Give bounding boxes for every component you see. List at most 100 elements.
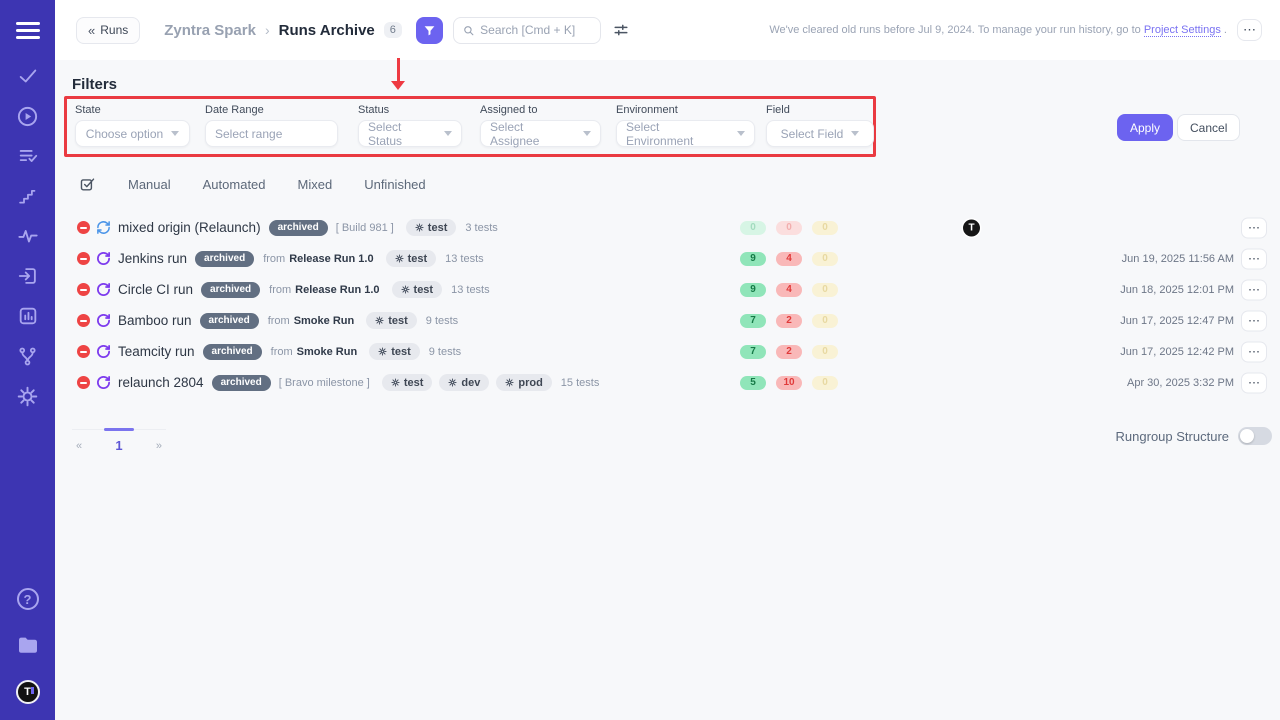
gear-icon [391,378,400,387]
archived-badge: archived [201,282,260,298]
check-icon[interactable] [16,64,40,88]
run-title[interactable]: Circle CI run [118,282,193,297]
select-all-icon[interactable] [79,176,96,193]
run-row[interactable]: Circle CI run archived from Release Run … [55,274,1280,305]
skipped-count-pill: 0 [812,314,838,328]
page-1-button[interactable]: 1 [115,438,122,453]
import-icon[interactable] [16,264,40,288]
filter-label: Environment [616,104,755,116]
run-title[interactable]: mixed origin (Relaunch) [118,220,261,235]
run-row[interactable]: relaunch 2804 archived [ Bravo milestone… [55,367,1280,398]
run-more-button[interactable]: ⋯ [1241,279,1267,300]
run-date: Jun 17, 2025 12:47 PM [1120,315,1234,327]
run-from-label: from [269,284,291,296]
remove-icon[interactable] [77,221,90,234]
remove-icon[interactable] [77,376,90,389]
run-from-label: from [268,315,290,327]
failed-count-pill: 2 [776,314,802,328]
run-source: Release Run 1.0 [295,284,379,296]
search-box[interactable] [453,17,601,44]
state-select[interactable]: Choose option [75,120,190,147]
run-more-button[interactable]: ⋯ [1241,217,1267,238]
tab-unfinished[interactable]: Unfinished [364,177,425,192]
list-check-icon[interactable] [16,144,40,168]
main-area: « Runs Zyntra Spark › Runs Archive 6 We'… [55,0,1280,720]
runs-list: mixed origin (Relaunch) archived [ Build… [55,212,1280,398]
gear-icon[interactable] [16,384,40,408]
run-environments: test [406,219,457,236]
run-row[interactable]: Teamcity run archived from Smoke Run tes… [55,336,1280,367]
remove-icon[interactable] [77,283,90,296]
steps-icon[interactable] [16,184,40,208]
breadcrumb-project[interactable]: Zyntra Spark [164,22,256,39]
assignee-select[interactable]: Select Assignee [480,120,601,147]
archived-badge: archived [195,251,254,267]
run-row[interactable]: mixed origin (Relaunch) archived [ Build… [55,212,1280,243]
environment-pill: test [369,343,420,360]
help-icon[interactable]: ? [17,588,39,610]
rerun-icon [95,282,111,298]
environment-select[interactable]: Select Environment [616,120,755,147]
run-title[interactable]: Teamcity run [118,344,195,359]
next-page-button[interactable]: » [152,440,166,452]
failed-count-pill: 10 [776,376,802,390]
run-source: Release Run 1.0 [289,253,373,265]
run-title[interactable]: Jenkins run [118,251,187,266]
header-more-button[interactable]: ⋯ [1237,19,1262,41]
remove-icon[interactable] [77,314,90,327]
remove-icon[interactable] [77,252,90,265]
run-more-button[interactable]: ⋯ [1241,341,1267,362]
passed-count-pill: 7 [740,345,766,359]
tab-manual[interactable]: Manual [128,177,171,192]
docs-folder-icon[interactable] [16,633,40,657]
rerun-icon [95,251,111,267]
skipped-count-pill: 0 [812,345,838,359]
pulse-icon[interactable] [16,224,40,248]
apply-button[interactable]: Apply [1117,114,1173,141]
run-stats: 940 [740,283,838,297]
rungroup-structure-toggle[interactable] [1238,427,1272,445]
user-avatar[interactable]: T [16,680,40,704]
project-settings-link[interactable]: Project Settings [1144,24,1221,37]
run-title[interactable]: Bamboo run [118,313,192,328]
run-row[interactable]: Jenkins run archived from Release Run 1.… [55,243,1280,274]
archived-badge: archived [200,313,259,329]
report-chart-icon[interactable] [16,304,40,328]
date-range-input[interactable]: Select range [205,120,338,147]
run-tests-count: 13 tests [451,284,490,296]
run-stats: 5100 [740,376,838,390]
menu-icon[interactable] [16,18,40,42]
filter-toggle-button[interactable] [416,17,443,44]
pagination: « 1 » [72,429,166,453]
caret-down-icon [444,131,452,136]
cancel-button[interactable]: Cancel [1177,114,1240,141]
tab-automated[interactable]: Automated [203,177,266,192]
run-date: Apr 30, 2025 3:32 PM [1127,377,1234,389]
run-more-button[interactable]: ⋯ [1241,372,1267,393]
sliders-icon[interactable] [613,22,629,38]
filters-panel: State Choose option Date Range Select ra… [64,96,876,157]
search-input[interactable] [480,23,591,37]
environment-label: dev [461,377,480,389]
annotation-arrow [391,58,405,92]
field-select[interactable]: Select Field [766,120,874,147]
gear-icon [505,378,514,387]
play-circle-icon[interactable] [16,104,40,128]
run-row[interactable]: Bamboo run archived from Smoke Run test … [55,305,1280,336]
run-title[interactable]: relaunch 2804 [118,375,204,390]
gear-icon [415,223,424,232]
status-select[interactable]: Select Status [358,120,462,147]
remove-icon[interactable] [77,345,90,358]
back-to-runs-button[interactable]: « Runs [76,17,140,44]
branch-icon[interactable] [16,344,40,368]
rerun-icon [95,313,111,329]
tab-mixed[interactable]: Mixed [298,177,333,192]
funnel-icon [423,24,436,37]
environment-pill: test [386,250,437,267]
prev-page-button[interactable]: « [72,440,86,452]
run-more-button[interactable]: ⋯ [1241,310,1267,331]
passed-count-pill: 0 [740,221,766,235]
breadcrumb-page: Runs Archive [279,22,375,39]
rungroup-structure-label: Rungroup Structure [1116,429,1229,444]
run-more-button[interactable]: ⋯ [1241,248,1267,269]
